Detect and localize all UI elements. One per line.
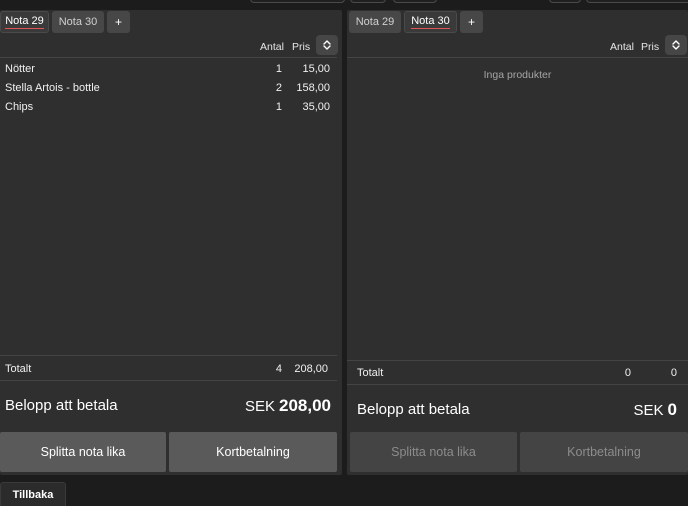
divider bbox=[0, 355, 337, 356]
add-bill-tab[interactable]: + bbox=[460, 11, 483, 33]
item-price: 15,00 bbox=[302, 63, 330, 75]
card-payment-button[interactable]: Kortbetalning bbox=[169, 432, 337, 472]
amount-due: SEK 0 bbox=[634, 400, 677, 420]
amount-due-label: Belopp att betala bbox=[357, 401, 470, 418]
top-control-fragment[interactable] bbox=[350, 0, 386, 3]
total-value: 0 bbox=[670, 367, 677, 379]
total-value: 208,00 bbox=[294, 363, 328, 375]
item-price: 158,00 bbox=[296, 82, 330, 94]
plus-icon: + bbox=[114, 15, 122, 29]
card-payment-button[interactable]: Kortbetalning bbox=[520, 432, 688, 472]
total-label: Totalt bbox=[357, 367, 384, 379]
tab-nota-29[interactable]: Nota 29 bbox=[0, 11, 49, 33]
tab-label: Nota 29 bbox=[5, 15, 44, 29]
divider bbox=[347, 57, 688, 58]
split-bill-button[interactable]: Splitta nota lika bbox=[350, 432, 517, 472]
bill-panel-left: Nota 29 Nota 30 + Antal Pris Nötter 1 15… bbox=[0, 10, 342, 475]
tab-nota-30[interactable]: Nota 30 bbox=[404, 11, 457, 33]
item-price: 35,00 bbox=[302, 101, 330, 113]
column-header-qty: Antal bbox=[610, 41, 634, 53]
split-bill-button[interactable]: Splitta nota lika bbox=[0, 432, 166, 472]
item-name: Chips bbox=[5, 101, 34, 113]
list-item[interactable]: Nötter 1 15,00 bbox=[0, 60, 337, 79]
chevron-up-down-icon bbox=[672, 40, 680, 50]
add-bill-tab[interactable]: + bbox=[107, 11, 130, 33]
tab-nota-29[interactable]: Nota 29 bbox=[349, 11, 401, 33]
currency: SEK bbox=[633, 402, 664, 419]
empty-list-message: Inga produkter bbox=[483, 69, 552, 81]
item-name: Nötter bbox=[5, 63, 35, 75]
list-item[interactable]: Stella Artois - bottle 2 158,00 bbox=[0, 79, 337, 98]
top-control-fragment[interactable] bbox=[250, 0, 345, 3]
column-header-price: Pris bbox=[292, 41, 311, 53]
divider bbox=[347, 360, 688, 361]
list-item[interactable]: Chips 1 35,00 bbox=[0, 98, 337, 117]
bottom-bar: Tillbaka bbox=[0, 477, 688, 506]
currency: SEK bbox=[244, 398, 275, 415]
tab-label: Nota 30 bbox=[58, 16, 98, 28]
sort-button[interactable] bbox=[665, 35, 687, 55]
tab-label: Nota 29 bbox=[355, 16, 395, 28]
divider bbox=[0, 380, 337, 381]
amount-due-value: 0 bbox=[667, 400, 677, 419]
amount-due-value: 208,00 bbox=[279, 396, 331, 415]
divider bbox=[347, 384, 688, 385]
back-button[interactable]: Tillbaka bbox=[0, 482, 66, 506]
item-name: Stella Artois - bottle bbox=[5, 82, 100, 94]
tab-label: Nota 30 bbox=[411, 15, 450, 29]
amount-due: SEK 208,00 bbox=[245, 396, 331, 416]
total-label: Totalt bbox=[5, 363, 32, 375]
top-strip bbox=[0, 0, 688, 10]
top-control-fragment[interactable] bbox=[586, 0, 688, 3]
amount-due-label: Belopp att betala bbox=[5, 397, 118, 414]
chevron-up-down-icon bbox=[323, 40, 331, 50]
bill-panel-right: Nota 29 Nota 30 + Antal Pris Inga produk… bbox=[347, 10, 688, 475]
divider bbox=[0, 57, 337, 58]
tab-nota-30[interactable]: Nota 30 bbox=[52, 11, 104, 33]
top-control-fragment[interactable] bbox=[393, 0, 437, 3]
sort-button[interactable] bbox=[316, 35, 338, 55]
plus-icon: + bbox=[467, 15, 475, 29]
column-header-qty: Antal bbox=[260, 41, 284, 53]
column-header-price: Pris bbox=[641, 41, 660, 53]
top-control-fragment[interactable] bbox=[549, 0, 581, 3]
